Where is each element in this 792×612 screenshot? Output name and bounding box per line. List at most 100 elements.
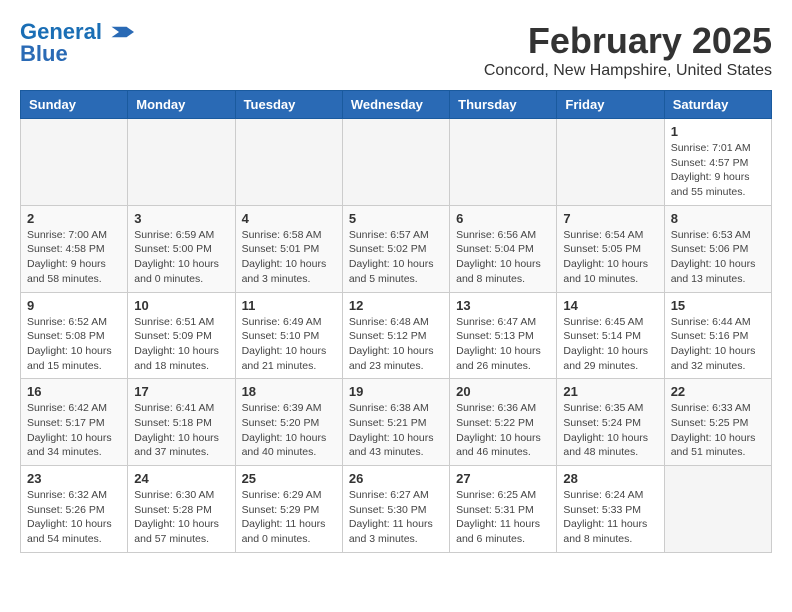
- day-info: Sunrise: 6:52 AM Sunset: 5:08 PM Dayligh…: [27, 315, 121, 374]
- logo: General Blue: [20, 20, 134, 66]
- calendar-cell-w2d6: 7 Sunrise: 6:54 AM Sunset: 5:05 PM Daylig…: [557, 205, 664, 292]
- calendar-cell-w3d7: 15 Sunrise: 6:44 AM Sunset: 5:16 PM Dayli…: [664, 292, 771, 379]
- title-section: February 2025 Concord, New Hampshire, Un…: [484, 20, 772, 80]
- calendar-cell-w3d3: 11 Sunrise: 6:49 AM Sunset: 5:10 PM Dayli…: [235, 292, 342, 379]
- day-number: 23: [27, 471, 121, 486]
- page-title: February 2025: [484, 20, 772, 62]
- day-info: Sunrise: 6:45 AM Sunset: 5:14 PM Dayligh…: [563, 315, 657, 374]
- day-number: 12: [349, 298, 443, 313]
- day-number: 28: [563, 471, 657, 486]
- calendar-cell-w4d3: 18 Sunrise: 6:39 AM Sunset: 5:20 PM Dayli…: [235, 379, 342, 466]
- day-number: 11: [242, 298, 336, 313]
- day-number: 9: [27, 298, 121, 313]
- logo-blue-text: Blue: [20, 42, 68, 66]
- calendar-cell-w4d6: 21Sunrise: 6:35 AM Sunset: 5:24 PM Dayli…: [557, 379, 664, 466]
- page-header: General Blue February 2025 Concord, New …: [20, 20, 772, 80]
- calendar-cell-w2d2: 3Sunrise: 6:59 AM Sunset: 5:00 PM Daylig…: [128, 205, 235, 292]
- calendar-week-1: 1 Sunrise: 7:01 AM Sunset: 4:57 PM Daylig…: [21, 119, 772, 206]
- day-info: Sunrise: 6:57 AM Sunset: 5:02 PM Dayligh…: [349, 228, 443, 287]
- day-info: Sunrise: 6:48 AM Sunset: 5:12 PM Dayligh…: [349, 315, 443, 374]
- day-info: Sunrise: 6:36 AM Sunset: 5:22 PM Dayligh…: [456, 401, 550, 460]
- calendar-cell-w1d4: [342, 119, 449, 206]
- day-number: 27: [456, 471, 550, 486]
- day-number: 1: [671, 124, 765, 139]
- day-number: 2: [27, 211, 121, 226]
- calendar-cell-w4d4: 19Sunrise: 6:38 AM Sunset: 5:21 PM Dayli…: [342, 379, 449, 466]
- day-number: 25: [242, 471, 336, 486]
- day-number: 7: [563, 211, 657, 226]
- calendar-cell-w1d6: [557, 119, 664, 206]
- calendar-cell-w2d5: 6Sunrise: 6:56 AM Sunset: 5:04 PM Daylig…: [450, 205, 557, 292]
- day-info: Sunrise: 6:51 AM Sunset: 5:09 PM Dayligh…: [134, 315, 228, 374]
- calendar-cell-w4d2: 17Sunrise: 6:41 AM Sunset: 5:18 PM Dayli…: [128, 379, 235, 466]
- day-info: Sunrise: 6:38 AM Sunset: 5:21 PM Dayligh…: [349, 401, 443, 460]
- day-number: 14: [563, 298, 657, 313]
- day-number: 3: [134, 211, 228, 226]
- day-number: 8: [671, 211, 765, 226]
- day-number: 26: [349, 471, 443, 486]
- col-monday: Monday: [128, 91, 235, 119]
- day-info: Sunrise: 6:27 AM Sunset: 5:30 PM Dayligh…: [349, 488, 443, 547]
- day-info: Sunrise: 6:35 AM Sunset: 5:24 PM Dayligh…: [563, 401, 657, 460]
- day-number: 4: [242, 211, 336, 226]
- day-info: Sunrise: 6:58 AM Sunset: 5:01 PM Dayligh…: [242, 228, 336, 287]
- day-info: Sunrise: 6:54 AM Sunset: 5:05 PM Dayligh…: [563, 228, 657, 287]
- col-saturday: Saturday: [664, 91, 771, 119]
- day-info: Sunrise: 6:29 AM Sunset: 5:29 PM Dayligh…: [242, 488, 336, 547]
- col-wednesday: Wednesday: [342, 91, 449, 119]
- day-info: Sunrise: 6:53 AM Sunset: 5:06 PM Dayligh…: [671, 228, 765, 287]
- calendar-cell-w4d1: 16Sunrise: 6:42 AM Sunset: 5:17 PM Dayli…: [21, 379, 128, 466]
- day-number: 16: [27, 384, 121, 399]
- calendar-cell-w1d1: [21, 119, 128, 206]
- calendar-week-3: 9 Sunrise: 6:52 AM Sunset: 5:08 PM Daylig…: [21, 292, 772, 379]
- calendar-cell-w1d3: [235, 119, 342, 206]
- calendar-cell-w5d7: [664, 466, 771, 553]
- day-number: 10: [134, 298, 228, 313]
- day-number: 18: [242, 384, 336, 399]
- day-info: Sunrise: 6:41 AM Sunset: 5:18 PM Dayligh…: [134, 401, 228, 460]
- day-number: 20: [456, 384, 550, 399]
- page-subtitle: Concord, New Hampshire, United States: [484, 62, 772, 80]
- day-info: Sunrise: 6:39 AM Sunset: 5:20 PM Dayligh…: [242, 401, 336, 460]
- day-info: Sunrise: 6:32 AM Sunset: 5:26 PM Dayligh…: [27, 488, 121, 547]
- day-info: Sunrise: 6:30 AM Sunset: 5:28 PM Dayligh…: [134, 488, 228, 547]
- calendar-cell-w2d7: 8 Sunrise: 6:53 AM Sunset: 5:06 PM Daylig…: [664, 205, 771, 292]
- calendar-cell-w5d1: 23 Sunrise: 6:32 AM Sunset: 5:26 PM Dayli…: [21, 466, 128, 553]
- day-number: 22: [671, 384, 765, 399]
- calendar-cell-w5d3: 25 Sunrise: 6:29 AM Sunset: 5:29 PM Dayli…: [235, 466, 342, 553]
- day-number: 13: [456, 298, 550, 313]
- calendar-cell-w3d5: 13 Sunrise: 6:47 AM Sunset: 5:13 PM Dayli…: [450, 292, 557, 379]
- day-info: Sunrise: 6:33 AM Sunset: 5:25 PM Dayligh…: [671, 401, 765, 460]
- calendar-cell-w5d2: 24Sunrise: 6:30 AM Sunset: 5:28 PM Dayli…: [128, 466, 235, 553]
- col-thursday: Thursday: [450, 91, 557, 119]
- day-info: Sunrise: 6:49 AM Sunset: 5:10 PM Dayligh…: [242, 315, 336, 374]
- calendar-cell-w3d1: 9 Sunrise: 6:52 AM Sunset: 5:08 PM Daylig…: [21, 292, 128, 379]
- logo-icon: [104, 25, 134, 39]
- calendar-week-5: 23 Sunrise: 6:32 AM Sunset: 5:26 PM Dayli…: [21, 466, 772, 553]
- calendar-cell-w5d5: 27 Sunrise: 6:25 AM Sunset: 5:31 PM Dayli…: [450, 466, 557, 553]
- day-number: 5: [349, 211, 443, 226]
- col-friday: Friday: [557, 91, 664, 119]
- calendar-cell-w5d6: 28 Sunrise: 6:24 AM Sunset: 5:33 PM Dayli…: [557, 466, 664, 553]
- day-info: Sunrise: 6:44 AM Sunset: 5:16 PM Dayligh…: [671, 315, 765, 374]
- calendar-cell-w3d4: 12 Sunrise: 6:48 AM Sunset: 5:12 PM Dayli…: [342, 292, 449, 379]
- col-sunday: Sunday: [21, 91, 128, 119]
- calendar-cell-w2d4: 5 Sunrise: 6:57 AM Sunset: 5:02 PM Daylig…: [342, 205, 449, 292]
- day-info: Sunrise: 6:24 AM Sunset: 5:33 PM Dayligh…: [563, 488, 657, 547]
- day-info: Sunrise: 7:01 AM Sunset: 4:57 PM Dayligh…: [671, 141, 765, 200]
- calendar-cell-w2d1: 2 Sunrise: 7:00 AM Sunset: 4:58 PM Daylig…: [21, 205, 128, 292]
- calendar-week-2: 2 Sunrise: 7:00 AM Sunset: 4:58 PM Daylig…: [21, 205, 772, 292]
- calendar-cell-w2d3: 4 Sunrise: 6:58 AM Sunset: 5:01 PM Daylig…: [235, 205, 342, 292]
- calendar-cell-w3d6: 14 Sunrise: 6:45 AM Sunset: 5:14 PM Dayli…: [557, 292, 664, 379]
- calendar-cell-w1d5: [450, 119, 557, 206]
- calendar-cell-w3d2: 10 Sunrise: 6:51 AM Sunset: 5:09 PM Dayli…: [128, 292, 235, 379]
- day-info: Sunrise: 7:00 AM Sunset: 4:58 PM Dayligh…: [27, 228, 121, 287]
- day-number: 15: [671, 298, 765, 313]
- calendar-cell-w1d7: 1 Sunrise: 7:01 AM Sunset: 4:57 PM Daylig…: [664, 119, 771, 206]
- calendar-cell-w1d2: [128, 119, 235, 206]
- calendar-cell-w5d4: 26 Sunrise: 6:27 AM Sunset: 5:30 PM Dayli…: [342, 466, 449, 553]
- day-info: Sunrise: 6:25 AM Sunset: 5:31 PM Dayligh…: [456, 488, 550, 547]
- calendar-table: Sunday Monday Tuesday Wednesday Thursday…: [20, 90, 772, 553]
- day-info: Sunrise: 6:47 AM Sunset: 5:13 PM Dayligh…: [456, 315, 550, 374]
- calendar-week-4: 16Sunrise: 6:42 AM Sunset: 5:17 PM Dayli…: [21, 379, 772, 466]
